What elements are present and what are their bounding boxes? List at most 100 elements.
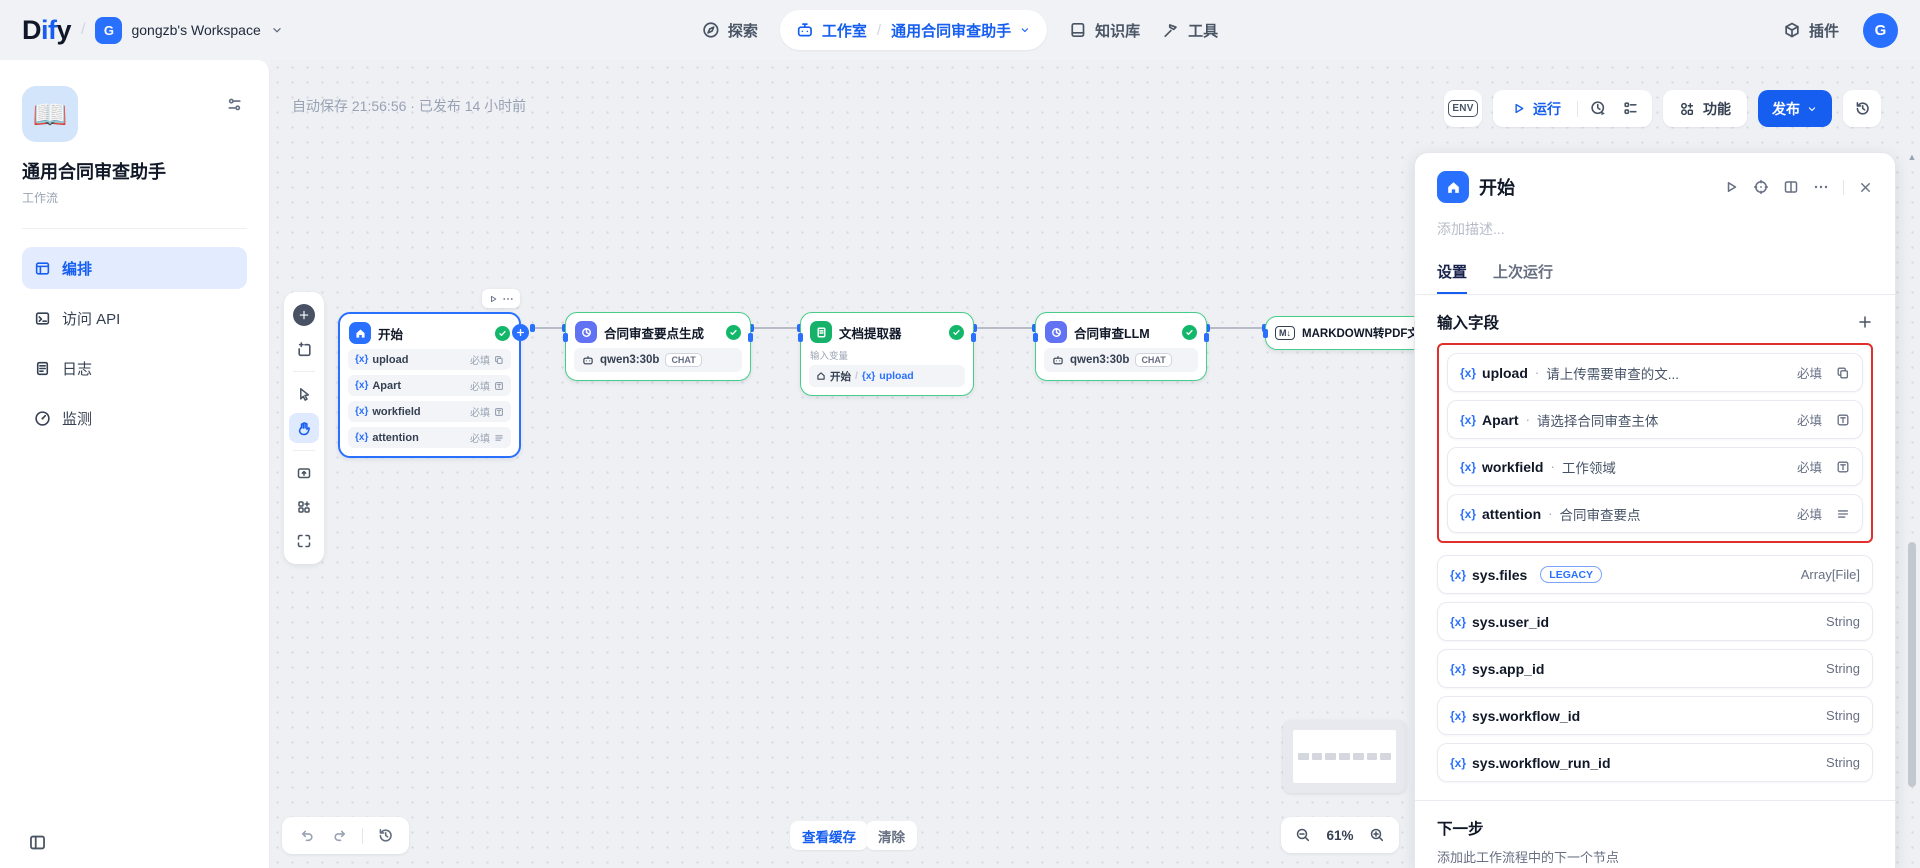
env-button[interactable]: ENV	[1444, 90, 1482, 127]
variable-reference[interactable]: 开始 / {x} upload	[809, 365, 965, 387]
workflow-canvas[interactable]: 自动保存 21:56:56 · 已发布 14 小时前 ENV 运行 功能 发布	[270, 60, 1920, 868]
dify-logo[interactable]: Dif y	[22, 15, 72, 46]
sys-field-user-id[interactable]: {x} sys.user_id String	[1437, 602, 1873, 641]
fit-view-button[interactable]	[289, 526, 319, 556]
export-image-button[interactable]	[289, 458, 319, 488]
main-nav: 探索 工作室 / 通用合同审查助手 知识库 工具	[702, 0, 1218, 60]
divider	[293, 371, 315, 372]
field-type: String	[1826, 755, 1860, 770]
highlight-red-box: {x} upload · 请上传需要审查的文... 必填 {x} Apart ·…	[1437, 343, 1873, 543]
nav-studio-label: 工作室	[821, 22, 867, 40]
add-next-node-port[interactable]	[512, 324, 529, 341]
panel-body: 输入字段 {x} upload · 请上传需要审查的文... 必填 {x} Ap	[1415, 295, 1895, 782]
checklist-icon[interactable]	[1614, 93, 1646, 125]
redo-icon[interactable]	[324, 820, 356, 852]
workspace-selector[interactable]: G gongzb's Workspace	[95, 16, 283, 44]
required-badge: 必填	[1796, 508, 1822, 522]
add-node-button[interactable]	[289, 300, 319, 330]
required-badge: 必填	[470, 382, 490, 393]
app-settings-icon[interactable]	[226, 96, 243, 113]
user-avatar[interactable]: G	[1863, 12, 1898, 48]
nav-current-app[interactable]: 通用合同审查助手	[891, 20, 1031, 41]
change-history-icon[interactable]	[369, 820, 401, 852]
sidebar-item-monitoring[interactable]: 监测	[22, 397, 247, 439]
sys-field-workflow-run-id[interactable]: {x} sys.workflow_run_id String	[1437, 743, 1873, 782]
features-icon	[1679, 101, 1695, 117]
sidebar-item-label: 编排	[62, 260, 93, 278]
model-selector[interactable]: qwen3:30b CHAT	[574, 348, 742, 372]
clear-button[interactable]: 清除	[866, 821, 917, 850]
text-input-icon	[1836, 460, 1850, 474]
node-config-panel: 开始 添加描述... 设置 上次运行 输入字段 {x} upload · 请上传…	[1414, 152, 1896, 868]
zoom-out-icon[interactable]	[1291, 823, 1315, 847]
sidebar-item-label: 访问 API	[62, 310, 121, 328]
required-badge: 必填	[1796, 367, 1822, 381]
sidebar-item-api[interactable]: 访问 API	[22, 297, 247, 339]
hand-mode-button[interactable]	[289, 413, 319, 443]
version-history-button[interactable]	[1843, 90, 1881, 127]
node-start[interactable]: 开始 {x} upload 必填 {x} Apart 必填 {x} workfi…	[338, 312, 529, 458]
nav-explore[interactable]: 探索	[702, 20, 758, 41]
undo-icon[interactable]	[290, 820, 322, 852]
tab-last-run[interactable]: 上次运行	[1493, 261, 1553, 294]
nav-knowledge[interactable]: 知识库	[1069, 20, 1140, 41]
collapse-sidebar-icon[interactable]	[28, 833, 47, 852]
run-history-icon[interactable]	[1582, 93, 1614, 125]
node-review-llm[interactable]: 合同审查LLM qwen3:30b CHAT	[1033, 312, 1209, 381]
locate-node-icon[interactable]	[1753, 179, 1769, 195]
sys-field-files[interactable]: {x} sys.files LEGACY Array[File]	[1437, 555, 1873, 594]
zoom-level[interactable]: 61%	[1326, 828, 1353, 843]
zoom-in-icon[interactable]	[1365, 823, 1389, 847]
node-review-points-llm[interactable]: 合同审查要点生成 qwen3:30b CHAT	[563, 312, 753, 381]
publish-button[interactable]: 发布	[1758, 90, 1832, 127]
input-field-attention[interactable]: {x} attention · 合同审查要点 必填	[1447, 494, 1863, 533]
text-input-icon	[1836, 413, 1850, 427]
minimap-node	[1380, 753, 1392, 760]
description-placeholder[interactable]: 添加描述...	[1415, 203, 1895, 239]
sys-field-workflow-id[interactable]: {x} sys.workflow_id String	[1437, 696, 1873, 735]
next-step-title: 下一步	[1437, 821, 1484, 838]
pointer-mode-button[interactable]	[289, 379, 319, 409]
features-button[interactable]: 功能	[1663, 90, 1747, 127]
input-fields-title: 输入字段	[1437, 315, 1500, 332]
model-type-badge: CHAT	[665, 353, 702, 367]
minimap[interactable]	[1283, 720, 1406, 793]
autosave-status: 自动保存 21:56:56 · 已发布 14 小时前	[292, 98, 527, 114]
nav-knowledge-label: 知识库	[1095, 22, 1141, 40]
divider	[1577, 100, 1578, 117]
text-input-icon	[494, 381, 504, 391]
organize-blocks-button[interactable]	[289, 492, 319, 522]
close-icon[interactable]	[1858, 180, 1873, 195]
node-doc-extractor[interactable]: 文档提取器 输入变量 开始 / {x} upload	[798, 312, 976, 396]
input-field-workfield[interactable]: {x} workfield · 工作领域 必填	[1447, 447, 1863, 486]
input-variable-label: 输入变量	[810, 351, 849, 362]
run-node-icon[interactable]	[1723, 179, 1739, 195]
page-scrollbar[interactable]: ▲	[1906, 152, 1918, 868]
nav-tools[interactable]: 工具	[1162, 20, 1218, 41]
more-icon[interactable]	[1813, 179, 1829, 195]
tab-settings[interactable]: 设置	[1437, 261, 1468, 294]
model-selector[interactable]: qwen3:30b CHAT	[1044, 348, 1198, 372]
play-icon[interactable]	[488, 294, 498, 304]
nav-plugins[interactable]: 插件	[1783, 20, 1839, 41]
add-note-button[interactable]	[289, 334, 319, 364]
view-cache-button[interactable]: 查看缓存	[790, 821, 868, 850]
chevron-down-icon	[1806, 103, 1818, 115]
add-field-icon[interactable]	[1857, 314, 1873, 330]
more-icon[interactable]	[502, 293, 514, 305]
sidebar-item-logs[interactable]: 日志	[22, 347, 247, 389]
app-icon: 📖	[22, 86, 78, 142]
input-field-upload[interactable]: {x} upload · 请上传需要审查的文... 必填	[1447, 353, 1863, 392]
input-field-apart[interactable]: {x} Apart · 请选择合同审查主体 必填	[1447, 400, 1863, 439]
scrollbar-up-arrow[interactable]: ▲	[1906, 152, 1918, 162]
nav-studio[interactable]: 工作室	[796, 20, 867, 41]
scrollbar-thumb[interactable]	[1908, 542, 1916, 787]
sys-field-app-id[interactable]: {x} sys.app_id String	[1437, 649, 1873, 688]
sidebar-item-orchestrate[interactable]: 编排	[22, 247, 247, 289]
legacy-badge: LEGACY	[1540, 566, 1603, 583]
split-view-icon[interactable]	[1783, 179, 1799, 195]
run-button[interactable]: 运行	[1499, 99, 1573, 119]
node-header: 文档提取器	[801, 313, 973, 348]
model-name: qwen3:30b	[600, 354, 660, 366]
model-name: qwen3:30b	[1070, 354, 1130, 366]
